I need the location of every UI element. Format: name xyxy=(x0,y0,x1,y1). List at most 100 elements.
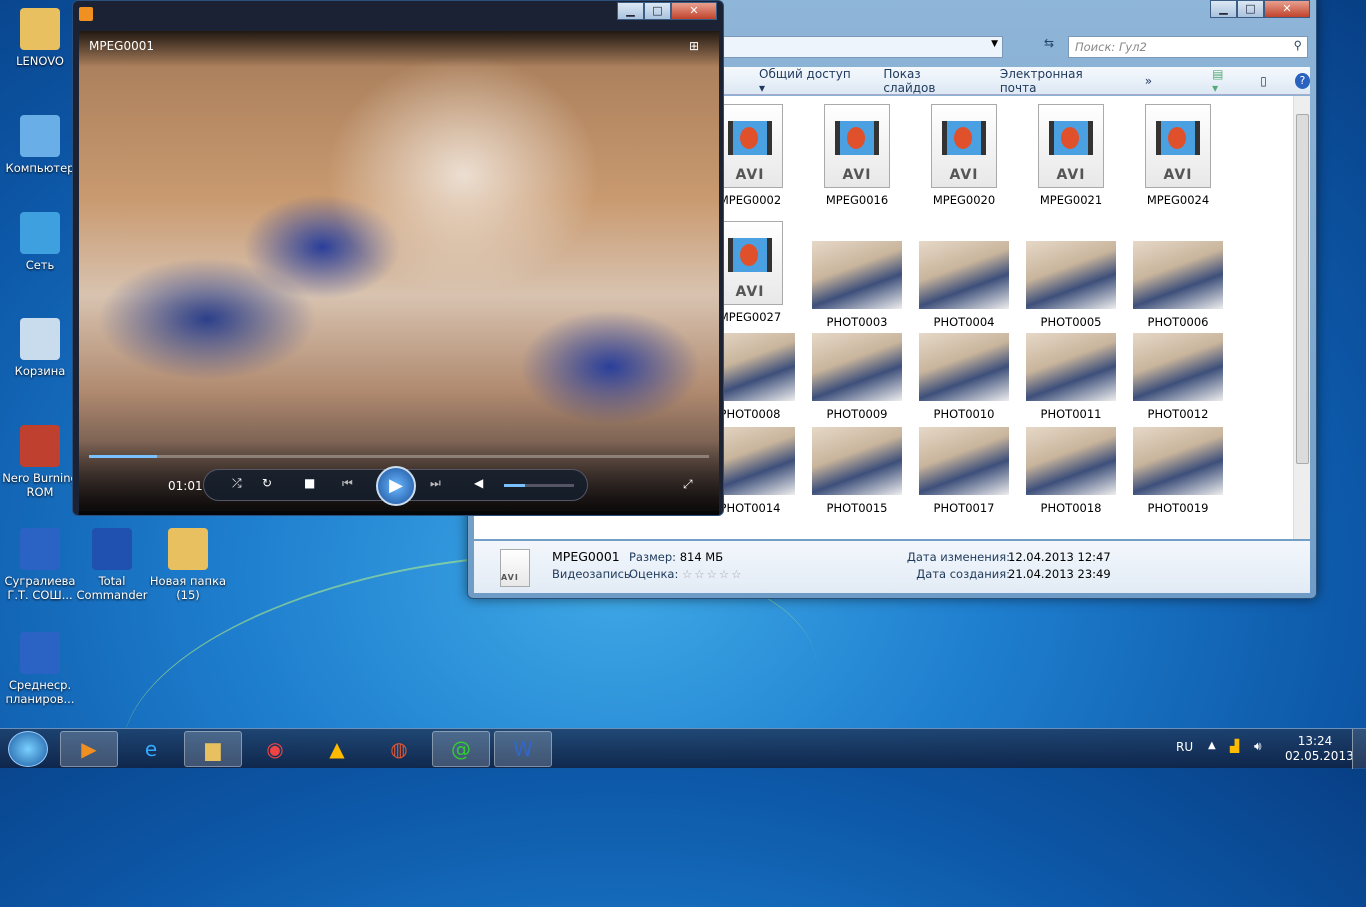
volume-icon[interactable]: 🔊︎ xyxy=(1254,739,1262,754)
taskbar-internet-explorer[interactable]: e xyxy=(122,731,180,767)
file-item[interactable]: PHOT0010 xyxy=(914,333,1014,421)
photo-thumbnail xyxy=(919,333,1009,401)
desktop-icon[interactable]: Total Commander xyxy=(72,528,152,602)
taskbar-chrome[interactable]: ◉ xyxy=(246,731,304,767)
repeat-icon[interactable]: ↻ xyxy=(262,476,272,490)
desktop-icon-image xyxy=(20,318,60,360)
close-button[interactable]: ✕ xyxy=(1264,0,1310,18)
file-item[interactable]: PHOT0015 xyxy=(807,427,907,515)
rating-stars[interactable]: ☆☆☆☆☆ xyxy=(682,567,744,581)
file-item[interactable]: PHOT0009 xyxy=(807,333,907,421)
file-item[interactable]: AVI MPEG0016 xyxy=(807,104,907,207)
volume-slider[interactable] xyxy=(504,484,574,487)
desktop-icon-image xyxy=(20,632,60,674)
rating-label: Оценка: xyxy=(629,567,679,581)
minimize-button[interactable]: ▁ xyxy=(1210,0,1237,18)
desktop-icon-image xyxy=(168,528,208,570)
desktop-icon[interactable]: Nero Burning ROM xyxy=(0,425,80,499)
next-icon[interactable]: ⏭ xyxy=(430,476,441,491)
file-item[interactable]: PHOT0012 xyxy=(1128,333,1228,421)
fullscreen-icon[interactable]: ⤢ xyxy=(683,477,693,492)
file-name: MPEG0020 xyxy=(932,193,996,207)
file-item[interactable]: PHOT0019 xyxy=(1128,427,1228,515)
desktop-icon[interactable]: Сугралиева Г.Т. СОШ... xyxy=(0,528,80,602)
clock[interactable]: 13:24 02.05.2013 xyxy=(1285,734,1354,764)
photo-thumbnail xyxy=(1133,427,1223,495)
desktop-icon-label: Сеть xyxy=(25,258,55,272)
search-input[interactable]: Поиск: Гул2 ⚲ xyxy=(1068,36,1308,58)
file-name: PHOT0018 xyxy=(1040,501,1102,515)
file-item[interactable]: AVI MPEG0024 xyxy=(1128,104,1228,207)
address-bar[interactable]: ▼ xyxy=(708,36,1003,58)
video-file-icon: AVI xyxy=(717,221,783,305)
maximize-button[interactable]: □ xyxy=(644,2,671,20)
desktop-icon[interactable]: Среднеср. планиров... xyxy=(0,632,80,706)
share-button[interactable]: Общий доступ ▾ xyxy=(759,67,855,95)
taskbar-explorer[interactable]: ▆ xyxy=(184,731,242,767)
file-name: MPEG0024 xyxy=(1146,193,1210,207)
switch-to-library-icon[interactable]: ⊞ xyxy=(689,39,699,53)
taskbar-nero[interactable]: ◍ xyxy=(370,731,428,767)
file-item[interactable]: PHOT0004 xyxy=(914,221,1014,329)
close-button[interactable]: ✕ xyxy=(671,2,717,20)
taskbar-word[interactable]: W xyxy=(494,731,552,767)
created-label: Дата создания: xyxy=(916,567,1010,581)
file-item[interactable]: AVI MPEG0020 xyxy=(914,104,1014,207)
file-item[interactable]: PHOT0006 xyxy=(1128,221,1228,329)
chevron-down-icon[interactable]: ▼ xyxy=(991,39,998,49)
taskbar-mail-agent[interactable]: @ xyxy=(432,731,490,767)
media-player-icon: ▶ xyxy=(81,737,97,761)
file-item[interactable]: AVI MPEG0021 xyxy=(1021,104,1121,207)
desktop-icon[interactable]: Компьютер xyxy=(0,115,80,175)
photo-thumbnail xyxy=(1133,333,1223,401)
email-button[interactable]: Электронная почта xyxy=(1000,67,1117,95)
taskbar-app[interactable]: ▲ xyxy=(308,731,366,767)
maximize-button[interactable]: □ xyxy=(1237,0,1264,18)
show-desktop-button[interactable] xyxy=(1352,729,1366,769)
file-item[interactable]: PHOT0005 xyxy=(1021,221,1121,329)
file-item[interactable]: PHOT0003 xyxy=(807,221,907,329)
stop-icon[interactable]: ■ xyxy=(304,476,315,490)
photo-thumbnail xyxy=(1026,427,1116,495)
start-button[interactable] xyxy=(8,731,48,767)
desktop-icon[interactable]: Новая папка (15) xyxy=(148,528,228,602)
desktop-icon[interactable]: Корзина xyxy=(0,318,80,378)
file-name: PHOT0010 xyxy=(933,407,995,421)
video-file-icon: AVI xyxy=(500,549,530,587)
file-item[interactable]: PHOT0018 xyxy=(1021,427,1121,515)
file-item[interactable]: PHOT0011 xyxy=(1021,333,1121,421)
language-indicator[interactable]: RU xyxy=(1176,740,1193,754)
refresh-icon[interactable]: ⇆ xyxy=(1038,36,1060,58)
file-name: MPEG0021 xyxy=(1039,193,1103,207)
file-name: PHOT0009 xyxy=(826,407,888,421)
photo-thumbnail xyxy=(812,333,902,401)
show-hidden-icons[interactable]: ▲ xyxy=(1208,740,1216,751)
taskbar-media-player[interactable]: ▶ xyxy=(60,731,118,767)
video-frame[interactable] xyxy=(79,31,719,511)
preview-pane-icon[interactable]: ▯ xyxy=(1260,74,1267,88)
search-icon[interactable]: ⚲ xyxy=(1294,38,1302,52)
vertical-scrollbar[interactable] xyxy=(1293,96,1310,539)
desktop-icon-label: Новая папка (15) xyxy=(149,574,227,602)
taskbar: ▶ e ▆ ◉ ▲ ◍ @ W RU ▲ ▟ 🔊︎ 13:24 02.05.201… xyxy=(0,728,1366,769)
minimize-button[interactable]: ▁ xyxy=(617,2,644,20)
desktop-icon[interactable]: LENOVO xyxy=(0,8,80,68)
view-icon[interactable]: ▤ ▾ xyxy=(1212,67,1232,95)
previous-icon[interactable]: ⏮ xyxy=(342,476,353,491)
created-value: 21.04.2013 23:49 xyxy=(1008,567,1111,581)
shuffle-icon[interactable]: ⤮ xyxy=(232,476,242,491)
play-button[interactable]: ▶ xyxy=(376,466,416,506)
file-name: PHOT0012 xyxy=(1147,407,1209,421)
desktop-icon-label: Total Commander xyxy=(76,574,148,602)
volume-icon[interactable]: ◀ xyxy=(474,476,483,490)
more-button[interactable]: » xyxy=(1145,74,1152,88)
network-icon[interactable]: ▟ xyxy=(1230,739,1239,753)
seek-bar[interactable] xyxy=(89,455,709,458)
desktop-icon-label: Nero Burning ROM xyxy=(2,471,78,499)
video-file-icon: AVI xyxy=(931,104,997,188)
help-icon[interactable]: ? xyxy=(1294,72,1310,89)
video-file-icon: AVI xyxy=(1038,104,1104,188)
desktop-icon[interactable]: Сеть xyxy=(0,212,80,272)
file-item[interactable]: PHOT0017 xyxy=(914,427,1014,515)
slideshow-button[interactable]: Показ слайдов xyxy=(883,67,971,95)
